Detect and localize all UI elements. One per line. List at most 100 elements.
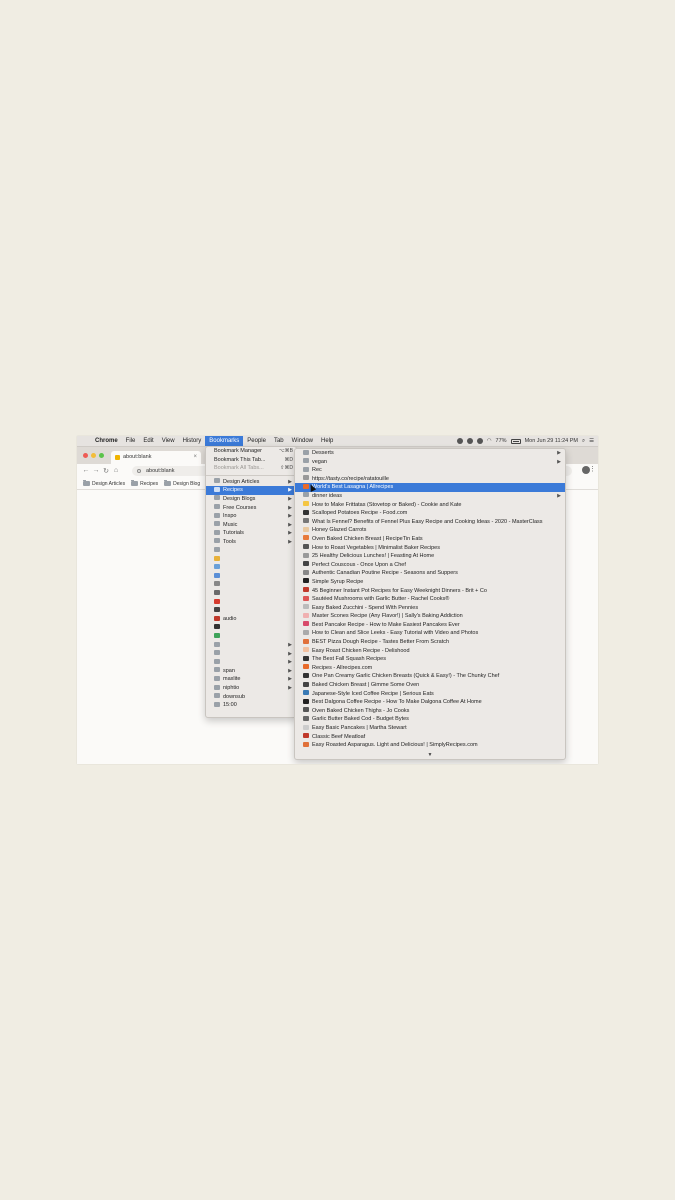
clock[interactable]: Mon Jun 29 11:24 PM	[525, 438, 578, 444]
bookmark-folder[interactable]: Recipes ▶	[206, 486, 296, 495]
recipe-bookmark[interactable]: Scalloped Potatoes Recipe - Food.com	[295, 509, 565, 518]
recipe-folder[interactable]: Desserts ▶	[295, 449, 565, 458]
menu-bookmarks[interactable]: Bookmarks	[205, 436, 244, 446]
submenu-arrow-icon: ▶	[288, 530, 292, 537]
recipe-bookmark[interactable]: Easy Roast Chicken Recipe - Delishood	[295, 647, 565, 656]
recipe-bookmark[interactable]: How to Roast Vegetables | Minimalist Bak…	[295, 544, 565, 553]
menu-window[interactable]: Window	[288, 436, 317, 446]
recipe-bookmark[interactable]: Easy Baked Zucchini - Spend With Pennies	[295, 604, 565, 613]
search-icon[interactable]: ⌕	[582, 438, 585, 445]
recipe-folder[interactable]: Rec	[295, 466, 565, 475]
menu-chrome[interactable]: Chrome	[91, 436, 122, 446]
bookmark-item[interactable]	[206, 632, 296, 641]
bookmark-folder[interactable]: Inspo ▶	[206, 512, 296, 521]
record-icon[interactable]	[456, 438, 463, 444]
bookmark-item[interactable]	[206, 564, 296, 573]
bookmark-item[interactable]: ▶	[206, 641, 296, 650]
battery-icon[interactable]	[510, 438, 521, 444]
bookmark-item[interactable]: niphtio ▶	[206, 684, 296, 693]
recipe-bookmark[interactable]: Recipes - Allrecipes.com	[295, 664, 565, 673]
bookmark-item[interactable]: maxlite ▶	[206, 675, 296, 684]
bookmark-item[interactable]	[206, 555, 296, 564]
bookmark-item[interactable]	[206, 607, 296, 616]
bookmark-item[interactable]	[206, 590, 296, 599]
bookmark-folder[interactable]: Music ▶	[206, 521, 296, 530]
recipe-bookmark[interactable]: Oven Baked Chicken Thighs - Jo Cooks	[295, 707, 565, 716]
reload-icon[interactable]: ↻	[101, 467, 111, 475]
bookmark-item[interactable]: ▶	[206, 650, 296, 659]
cloud-icon[interactable]	[466, 438, 473, 444]
recipe-bookmark[interactable]: 45 Beginner Instant Pot Recipes for Easy…	[295, 587, 565, 596]
recipe-bookmark[interactable]: BEST Pizza Dough Recipe - Tastes Better …	[295, 638, 565, 647]
bookmark-item[interactable]: span ▶	[206, 667, 296, 676]
recipe-bookmark[interactable]: Simple Syrup Recipe	[295, 578, 565, 587]
bookmark-folder[interactable]: Tools ▶	[206, 538, 296, 547]
bookmark-item[interactable]	[206, 547, 296, 556]
recipe-bookmark[interactable]: Baked Chicken Breast | Gimme Some Oven	[295, 681, 565, 690]
close-tab-icon[interactable]: ×	[193, 451, 197, 464]
recipe-bookmark[interactable]: Easy Basic Pancakes | Martha Stewart	[295, 724, 565, 733]
recipe-bookmark[interactable]: The Best Fall Squash Recipes	[295, 655, 565, 664]
bookmark-item[interactable]	[206, 598, 296, 607]
recipe-bookmark[interactable]: Master Scones Recipe (Any Flavor!) | Sal…	[295, 612, 565, 621]
bookmark-folder[interactable]: Design Blogs ▶	[206, 495, 296, 504]
menu-people[interactable]: People	[243, 436, 270, 446]
close-window-icon[interactable]	[83, 453, 88, 458]
bookmark-item[interactable]: downsub	[206, 693, 296, 702]
bookmark-folder[interactable]: Design Articles ▶	[206, 478, 296, 487]
cloud-upload-icon[interactable]	[476, 438, 483, 444]
control-center-icon[interactable]: ☰	[589, 438, 594, 444]
info-icon[interactable]	[137, 469, 141, 473]
forward-icon[interactable]: →	[91, 467, 101, 474]
recipe-bookmark[interactable]: Authentic Canadian Poutine Recipe - Seas…	[295, 569, 565, 578]
bookmark-item[interactable]: ▶	[206, 658, 296, 667]
menu-help[interactable]: Help	[317, 436, 337, 446]
recipe-bookmark[interactable]: https://tasty.co/recipe/ratatouille	[295, 475, 565, 484]
folder-icon	[83, 480, 90, 486]
recipe-bookmark[interactable]: Perfect Couscous - Once Upon a Chef	[295, 561, 565, 570]
recipe-bookmark[interactable]: Sautéed Mushrooms with Garlic Butter - R…	[295, 595, 565, 604]
bookmark-item[interactable]	[206, 624, 296, 633]
submenu-arrow-icon: ▶	[557, 492, 561, 499]
menu-file[interactable]: File	[122, 436, 140, 446]
recipe-bookmark[interactable]: 25 Healthy Delicious Lunches! | Feasting…	[295, 552, 565, 561]
recipe-bookmark[interactable]: Garlic Butter Baked Cod - Budget Bytes	[295, 715, 565, 724]
recipe-bookmark[interactable]: Classic Beef Meatloaf	[295, 733, 565, 742]
bookmark-item[interactable]: 15:00	[206, 701, 296, 710]
bookmarks-command[interactable]: Bookmark This Tab... ⌘D	[206, 456, 296, 465]
home-icon[interactable]: ⌂	[111, 467, 121, 474]
scroll-down-icon[interactable]: ▼	[295, 752, 565, 758]
bookmark-folder[interactable]: Free Courses ▶	[206, 504, 296, 513]
recipe-bookmark[interactable]: World's Best Lasagna | Allrecipes	[295, 483, 565, 492]
recipe-folder[interactable]: vegan ▶	[295, 458, 565, 467]
tab-about-blank[interactable]: about:blank ×	[111, 451, 201, 464]
menu-tab[interactable]: Tab	[270, 436, 288, 446]
menu-history[interactable]: History	[179, 436, 206, 446]
recipe-bookmark[interactable]: Japanese-Style Iced Coffee Recipe | Seri…	[295, 690, 565, 699]
recipe-bookmark[interactable]: Best Pancake Recipe - How to Make Easies…	[295, 621, 565, 630]
bookmarks-command[interactable]: Bookmark Manager ⌥⌘B	[206, 447, 296, 456]
bookmark-design-blog[interactable]: Design Blog	[164, 480, 200, 487]
bookmark-design-articles[interactable]: Design Articles	[83, 480, 125, 487]
zoom-window-icon[interactable]	[99, 453, 104, 458]
recipe-bookmark[interactable]: Easy Roasted Asparagus. Light and Delici…	[295, 741, 565, 750]
bookmark-item[interactable]: audio	[206, 615, 296, 624]
bookmark-item[interactable]	[206, 581, 296, 590]
bookmark-item[interactable]	[206, 572, 296, 581]
recipe-bookmark[interactable]: How to Make Frittatas (Stovetop or Baked…	[295, 501, 565, 510]
recipe-bookmark[interactable]: dinner ideas ▶	[295, 492, 565, 501]
recipe-bookmark[interactable]: What Is Fennel? Benefits of Fennel Plus …	[295, 518, 565, 527]
recipe-bookmark[interactable]: One Pan Creamy Garlic Chicken Breasts (Q…	[295, 672, 565, 681]
menu-view[interactable]: View	[158, 436, 179, 446]
minimize-window-icon[interactable]	[91, 453, 96, 458]
wifi-icon[interactable]: ◠	[487, 438, 492, 444]
chrome-menu-icon[interactable]: ⋮	[589, 465, 596, 473]
recipe-bookmark[interactable]: How to Clean and Slice Leeks - Easy Tuto…	[295, 629, 565, 638]
bookmark-recipes[interactable]: Recipes	[131, 480, 158, 487]
recipe-bookmark[interactable]: Best Dalgona Coffee Recipe - How To Make…	[295, 698, 565, 707]
menu-edit[interactable]: Edit	[139, 436, 157, 446]
recipe-bookmark[interactable]: Oven Baked Chicken Breast | RecipeTin Ea…	[295, 535, 565, 544]
bookmark-folder[interactable]: Tutorials ▶	[206, 529, 296, 538]
back-icon[interactable]: ←	[81, 467, 91, 474]
recipe-bookmark[interactable]: Honey Glazed Carrots	[295, 526, 565, 535]
